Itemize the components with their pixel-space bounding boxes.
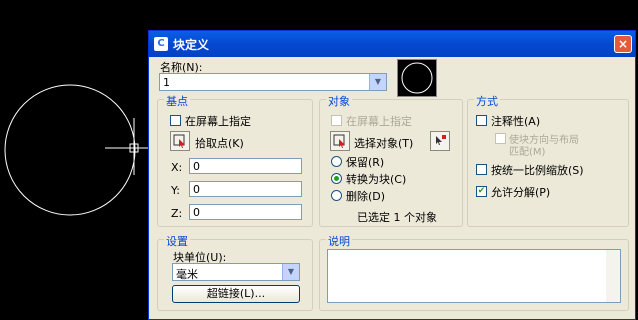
match-orientation-checkbox[interactable] (495, 133, 506, 144)
annotative-label: 注释性(A) (491, 115, 541, 128)
convert-to-block-radio[interactable] (331, 173, 342, 184)
close-button[interactable]: × (614, 35, 632, 53)
select-objects-icon (333, 134, 345, 148)
delete-label: 删除(D) (346, 190, 386, 203)
allow-exploding-label: 允许分解(P) (491, 186, 551, 199)
crosshair-cursor (105, 118, 148, 175)
objects-specify-on-screen-checkbox[interactable] (331, 115, 342, 126)
allow-exploding-checkbox[interactable]: ✔ (476, 186, 487, 197)
block-unit-select[interactable]: 毫米 ▼ (172, 263, 300, 281)
retain-radio[interactable] (331, 156, 342, 167)
delete-radio[interactable] (331, 190, 342, 201)
title-bar[interactable]: C 块定义 × (149, 31, 635, 57)
block-definition-dialog: C 块定义 × 名称(N): 1 ▼ 基点 在屏幕上指定 拾取点(K) X: 0… (148, 30, 636, 320)
description-group-label: 说明 (326, 233, 352, 249)
x-input[interactable]: 0 (189, 158, 302, 174)
app-icon: C (154, 37, 168, 51)
objects-group-label: 对象 (326, 93, 352, 109)
base-point-group-label: 基点 (164, 93, 190, 109)
pick-point-label: 拾取点(K) (195, 137, 244, 150)
z-input[interactable]: 0 (189, 204, 302, 220)
behavior-group-label: 方式 (474, 93, 500, 109)
name-combobox[interactable]: 1 ▼ (159, 73, 387, 91)
convert-to-block-label: 转换为块(C) (346, 173, 407, 186)
quick-select-button[interactable] (430, 131, 450, 151)
select-objects-button[interactable] (330, 131, 350, 151)
chevron-down-icon[interactable]: ▼ (282, 264, 299, 280)
scale-uniformly-checkbox[interactable] (476, 164, 487, 175)
description-scrollbar[interactable] (606, 250, 620, 302)
block-unit-value: 毫米 (176, 268, 198, 281)
hyperlink-button[interactable]: 超链接(L)... (172, 285, 300, 303)
block-preview (397, 59, 437, 97)
annotative-checkbox[interactable] (476, 115, 487, 126)
pick-point-button[interactable] (170, 131, 190, 151)
y-input[interactable]: 0 (189, 181, 302, 197)
dialog-title: 块定义 (173, 38, 210, 52)
z-label: Z: (171, 207, 183, 220)
base-specify-on-screen-checkbox[interactable] (170, 115, 181, 126)
chevron-down-icon[interactable]: ▼ (369, 74, 386, 90)
y-label: Y: (171, 184, 180, 197)
objects-specify-on-screen-label: 在屏幕上指定 (346, 115, 412, 128)
name-value: 1 (163, 76, 170, 89)
scale-uniformly-label: 按统一比例缩放(S) (491, 164, 584, 177)
pick-point-icon (173, 134, 185, 148)
match-orientation-label-line2: 匹配(M) (509, 147, 546, 158)
x-label: X: (171, 161, 183, 174)
drawn-circle (4, 84, 136, 216)
base-specify-on-screen-label: 在屏幕上指定 (185, 115, 251, 128)
description-textarea[interactable] (327, 249, 621, 303)
select-objects-label: 选择对象(T) (354, 137, 414, 150)
retain-label: 保留(R) (346, 156, 385, 169)
quick-select-icon (436, 135, 446, 145)
settings-group-label: 设置 (164, 233, 190, 249)
selected-count-text: 已选定 1 个对象 (357, 211, 437, 224)
